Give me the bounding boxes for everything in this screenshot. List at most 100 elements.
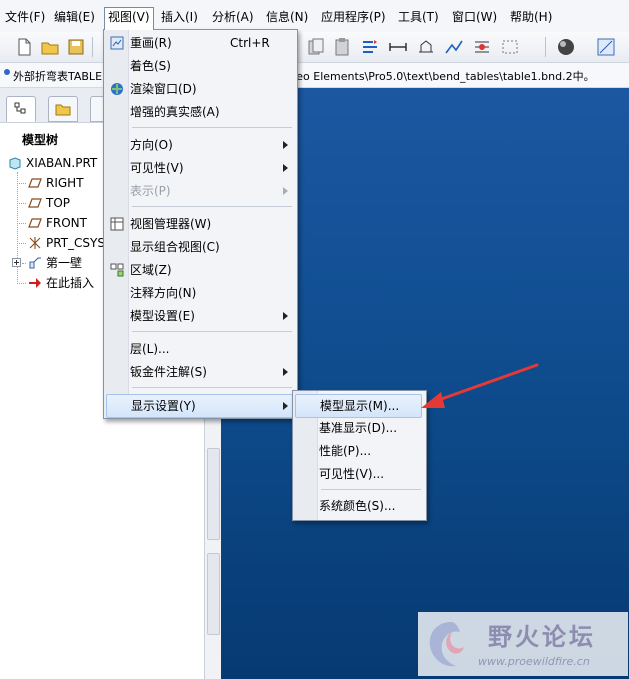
- message-text-left: 外部折弯表TABLE: [13, 70, 103, 83]
- menu-item-layers[interactable]: 层(L)...: [106, 338, 293, 360]
- menu-item-label: 渲染窗口(D): [130, 82, 197, 96]
- render-icon: [111, 83, 123, 95]
- model-tree-title: 模型树: [22, 133, 59, 147]
- annotation-arrow-icon: [421, 363, 539, 408]
- message-bullet-icon: [4, 69, 10, 75]
- wall-feature-icon: [29, 257, 41, 269]
- menu-item-orientation[interactable]: 方向(O): [106, 134, 293, 156]
- new-file-icon[interactable]: [14, 37, 34, 57]
- datum-plane-icon: [28, 178, 42, 188]
- tree-connector: [17, 223, 26, 224]
- tree-item-label: XIABAN.PRT: [26, 156, 98, 170]
- menu-help[interactable]: 帮助(H): [507, 8, 555, 26]
- datum-plane-icon: [28, 218, 42, 228]
- menu-applications[interactable]: 应用程序(P): [318, 8, 389, 26]
- csys-icon: [29, 237, 41, 249]
- menu-item-label: 视图管理器(W): [130, 217, 212, 231]
- copy-icon[interactable]: [306, 37, 326, 57]
- tab-model-tree[interactable]: [6, 96, 36, 122]
- menu-separator: [321, 489, 421, 490]
- tree-connector: [17, 203, 26, 204]
- menu-item-visibility-settings[interactable]: 可见性(V)...: [295, 463, 422, 485]
- menu-window[interactable]: 窗口(W): [449, 8, 500, 26]
- save-icon[interactable]: [66, 37, 86, 57]
- splitter-handle[interactable]: [207, 553, 220, 635]
- menu-item-repaint[interactable]: 重画(R) Ctrl+R: [106, 32, 293, 54]
- paste-icon[interactable]: [332, 37, 352, 57]
- tree-connector: [17, 283, 26, 284]
- menu-item-zones[interactable]: 区域(Z): [106, 259, 293, 281]
- menu-separator: [132, 206, 292, 207]
- tree-item-label: 在此插入: [46, 276, 95, 290]
- menu-item-label: 着色(S): [130, 59, 171, 73]
- menu-item-label: 区域(Z): [130, 263, 172, 277]
- tree-item-label: FRONT: [46, 216, 87, 230]
- menu-view[interactable]: 视图(V): [104, 7, 154, 30]
- regenerate-icon[interactable]: [360, 37, 380, 57]
- relations-icon[interactable]: [472, 37, 492, 57]
- expand-plus-icon[interactable]: [12, 258, 21, 267]
- menu-insert[interactable]: 插入(I): [158, 8, 201, 26]
- toolbar-separator: [545, 37, 546, 57]
- menu-item-label: 性能(P)...: [319, 444, 372, 458]
- insert-here-arrow-icon: [29, 278, 41, 288]
- menu-item-sheetmetal-notes[interactable]: 钣金件注解(S): [106, 361, 293, 383]
- splitter-handle[interactable]: [207, 448, 220, 540]
- menu-item-visibility[interactable]: 可见性(V): [106, 157, 293, 179]
- forum-logo-icon: [429, 622, 464, 667]
- tab-folder-browser[interactable]: [48, 96, 78, 122]
- tree-connector: [22, 263, 26, 264]
- menu-item-render-window[interactable]: 渲染窗口(D): [106, 78, 293, 100]
- view-orient-icon[interactable]: [596, 37, 616, 57]
- menu-item-representation: 表示(P): [106, 180, 293, 202]
- shortcut-label: Ctrl+R: [230, 36, 270, 50]
- menu-item-model-setup[interactable]: 模型设置(E): [106, 305, 293, 327]
- menu-item-system-colors[interactable]: 系统颜色(S)...: [295, 495, 422, 517]
- menu-bar: 文件(F) 编辑(E) 视图(V) 插入(I) 分析(A) 信息(N) 应用程序…: [0, 0, 629, 33]
- tree-connector: [17, 183, 26, 184]
- submenu-arrow-icon: [283, 187, 288, 195]
- menu-file[interactable]: 文件(F): [2, 8, 48, 26]
- submenu-arrow-icon: [283, 402, 288, 410]
- tree-connector: [17, 243, 26, 244]
- graph-icon[interactable]: [444, 37, 464, 57]
- menu-item-datum-display[interactable]: 基准显示(D)...: [295, 417, 422, 439]
- watermark-title: 野火论坛: [488, 623, 596, 651]
- toolbar-separator: [92, 37, 93, 57]
- select-box-icon[interactable]: [500, 37, 520, 57]
- menu-item-performance[interactable]: 性能(P)...: [295, 440, 422, 462]
- menu-item-label: 可见性(V): [130, 161, 184, 175]
- shading-sphere-icon[interactable]: [556, 37, 576, 57]
- folder-tab-icon: [55, 104, 71, 116]
- menu-item-label: 层(L)...: [130, 342, 170, 356]
- menu-item-enhanced-realism[interactable]: 增强的真实感(A): [106, 101, 293, 123]
- menu-info[interactable]: 信息(N): [263, 8, 311, 26]
- menu-item-annotation-orientation[interactable]: 注释方向(N): [106, 282, 293, 304]
- view-manager-icon: [110, 217, 124, 231]
- menu-tools[interactable]: 工具(T): [395, 8, 442, 26]
- submenu-arrow-icon: [283, 164, 288, 172]
- menu-edit[interactable]: 编辑(E): [51, 8, 98, 26]
- dimension-icon[interactable]: [388, 37, 408, 57]
- menu-item-label: 基准显示(D)...: [319, 421, 398, 435]
- open-folder-icon[interactable]: [40, 37, 60, 57]
- tree-item-label: PRT_CSYS: [46, 236, 105, 250]
- watermark-url: www.proewildfire.cn: [478, 655, 590, 668]
- menu-item-view-manager[interactable]: 视图管理器(W): [106, 213, 293, 235]
- menu-item-shade[interactable]: 着色(S): [106, 55, 293, 77]
- menu-item-label: 方向(O): [130, 138, 173, 152]
- menu-separator: [132, 331, 292, 332]
- datum-display-icon[interactable]: [416, 37, 436, 57]
- tree-item-label: RIGHT: [46, 176, 84, 190]
- part-icon: [9, 157, 21, 170]
- tree-item-label: TOP: [46, 196, 71, 210]
- menu-item-label: 模型显示(M)...: [320, 399, 400, 413]
- submenu-arrow-icon: [283, 141, 288, 149]
- menu-item-label: 系统颜色(S)...: [319, 499, 396, 513]
- menu-analysis[interactable]: 分析(A): [209, 8, 257, 26]
- tree-item-label: 第一壁: [46, 256, 83, 270]
- menu-item-combined-views[interactable]: 显示组合视图(C): [106, 236, 293, 258]
- model-tree-tab-icon: [14, 102, 26, 114]
- menu-item-label: 表示(P): [130, 184, 171, 198]
- menu-item-display-settings[interactable]: 显示设置(Y): [106, 394, 293, 418]
